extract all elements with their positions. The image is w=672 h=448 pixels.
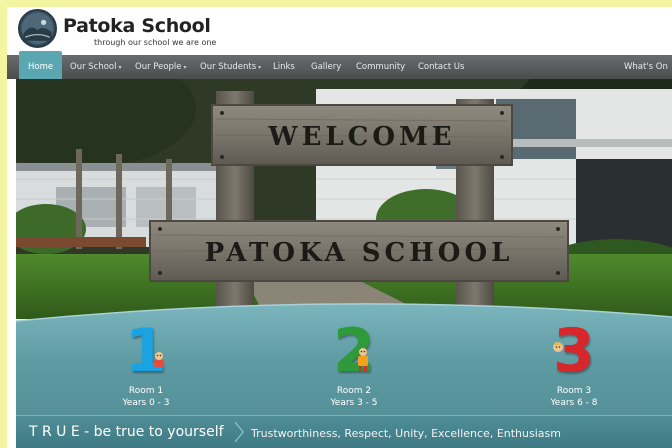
nav-item-label: Gallery xyxy=(311,62,342,72)
school-logo[interactable] xyxy=(18,9,57,48)
chevron-right-icon xyxy=(234,421,244,443)
room-3-link[interactable]: 3 Room 3 Years 6 - 8 xyxy=(504,299,644,414)
nav-item-label: Community xyxy=(356,62,406,72)
room-name: Room 2 xyxy=(336,386,372,396)
nav-item-label: Home xyxy=(28,62,54,72)
nav-item-community[interactable]: Community xyxy=(356,55,405,79)
room-1-link[interactable]: 1 Room 1 Years 0 - 3 xyxy=(76,299,216,414)
nav-item-contact-us[interactable]: Contact Us xyxy=(418,55,464,79)
room-years: Years 3 - 5 xyxy=(330,398,378,408)
child-mascot-icon xyxy=(151,351,167,373)
nav-item-label: Our People xyxy=(135,62,182,72)
room-2-link[interactable]: 2 Room 2 Years 3 - 5 xyxy=(284,299,424,414)
nav-item-home[interactable]: Home xyxy=(19,51,63,79)
dropdown-caret-icon: ▾ xyxy=(183,64,187,71)
motto-values-text: Trustworthiness, Respect, Unity, Excelle… xyxy=(251,427,561,440)
child-mascot-icon xyxy=(354,347,372,377)
room-number-1: 1 xyxy=(125,316,167,386)
nav-item-links[interactable]: Links xyxy=(273,55,295,79)
site-header: Patoka School through our school we are … xyxy=(7,7,672,54)
main-navigation: Home Our School ▾ Our People ▾ Our Student… xyxy=(7,51,672,79)
motto-bar: T R U E - be true to yourself Trustworth… xyxy=(16,415,672,448)
room-number-3: 3 xyxy=(553,316,595,386)
sign-welcome-text: WELCOME xyxy=(267,122,455,152)
room-name: Room 3 xyxy=(556,386,592,396)
nav-item-label: Our School xyxy=(70,62,117,72)
sign-school-name-text: PATOKA SCHOOL xyxy=(205,238,514,268)
dropdown-caret-icon: ▾ xyxy=(118,64,122,71)
nav-item-our-people[interactable]: Our People ▾ xyxy=(135,55,187,79)
dropdown-caret-icon: ▾ xyxy=(258,64,262,71)
child-mascot-icon xyxy=(550,341,566,361)
nav-item-our-school[interactable]: Our School ▾ xyxy=(70,55,122,79)
school-logo-emblem xyxy=(21,12,54,45)
nav-item-gallery[interactable]: Gallery xyxy=(311,55,341,79)
site-title[interactable]: Patoka School xyxy=(63,15,211,37)
room-name: Room 1 xyxy=(128,386,164,396)
nav-item-label: Contact Us xyxy=(418,62,465,72)
motto-main-text: T R U E - be true to yourself xyxy=(29,424,224,440)
site-tagline: through our school we are one xyxy=(94,38,217,47)
page: Patoka School through our school we are … xyxy=(7,7,672,448)
nav-item-label: Links xyxy=(273,62,295,72)
nav-item-our-students[interactable]: Our Students ▾ xyxy=(200,55,261,79)
hero-image: WELCOME PATOKA SCHOOL xyxy=(16,79,672,319)
nav-item-whats-on[interactable]: What's On xyxy=(624,55,668,79)
room-years: Years 6 - 8 xyxy=(550,398,598,408)
nav-item-label: Our Students xyxy=(200,62,257,72)
room-years: Years 0 - 3 xyxy=(122,398,170,408)
hero-photo-welcome-sign: WELCOME PATOKA SCHOOL xyxy=(16,79,672,319)
